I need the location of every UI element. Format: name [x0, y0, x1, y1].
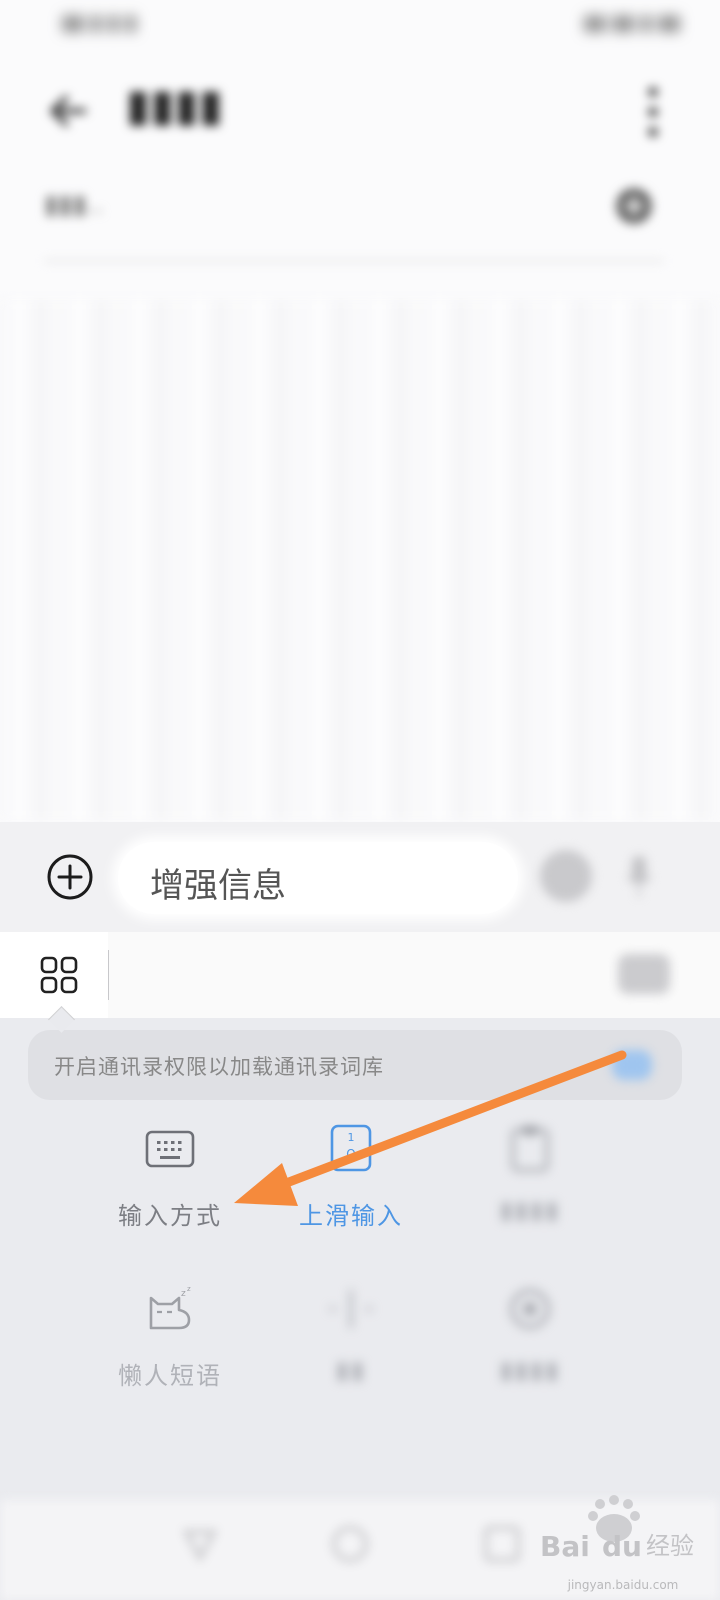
func-label: 输入方式	[118, 1202, 222, 1230]
nav-recents-icon[interactable]	[480, 1522, 524, 1566]
cursor-edit-icon	[330, 1290, 372, 1328]
func-settings[interactable]: ▮▮▮▮	[440, 1284, 620, 1394]
func-label: 懒人短语	[118, 1362, 222, 1390]
recipient-placeholder: ▮▮▮..	[44, 190, 104, 220]
svg-text:Q: Q	[346, 1147, 355, 1161]
nav-home-icon[interactable]	[328, 1522, 372, 1566]
recipient-field[interactable]: ▮▮▮..	[44, 180, 664, 262]
sleeping-cat-icon: z z	[149, 1285, 191, 1330]
func-label: ▮▮▮▮	[499, 1356, 561, 1384]
more-options-icon[interactable]	[646, 82, 660, 142]
func-input-method[interactable]: 输入方式	[80, 1124, 260, 1234]
func-lazy-phrases[interactable]: z z 懒人短语	[80, 1284, 260, 1394]
message-input-text: 增强信息	[150, 866, 286, 906]
toolbar-divider	[108, 950, 109, 1000]
svg-text:du: du	[602, 1530, 642, 1563]
baidu-jingyan-watermark: Bai du 经验	[540, 1495, 694, 1563]
message-input[interactable]: 增强信息	[118, 842, 518, 914]
svg-text:z: z	[187, 1285, 191, 1293]
status-bar: ▮▮ ▮ ▮ ▮ ▮▮ ▮▮ ▮ ▮▮	[0, 0, 720, 50]
permission-tip-action[interactable]	[612, 1050, 652, 1080]
message-area	[0, 300, 720, 820]
func-clipboard[interactable]: ▮▮▮▮	[440, 1124, 620, 1234]
function-grid-tab[interactable]	[0, 932, 108, 1018]
svg-text:1: 1	[348, 1131, 355, 1144]
grid-menu-icon	[40, 956, 78, 994]
func-label: 上滑输入	[299, 1202, 403, 1230]
add-contact-icon[interactable]	[614, 186, 654, 226]
swipe-up-key-icon: 1 Q	[330, 1124, 372, 1172]
emoji-button[interactable]	[540, 850, 592, 902]
status-carrier: ▮▮ ▮ ▮ ▮	[62, 10, 137, 34]
hide-keyboard-icon[interactable]	[618, 954, 670, 994]
permission-tip[interactable]: 开启通讯录权限以加载通讯录词库	[28, 1030, 682, 1100]
func-label: ▮▮▮▮	[499, 1196, 561, 1224]
title-bar: ▮▮▮▮	[0, 60, 720, 160]
watermark-url: jingyan.baidu.com	[567, 1578, 679, 1592]
status-indicators: ▮▮ ▮▮ ▮ ▮▮	[583, 10, 680, 34]
settings-icon	[510, 1289, 550, 1329]
microphone-icon[interactable]	[626, 854, 652, 898]
svg-text:Bai: Bai	[540, 1530, 590, 1563]
func-swipe-up-input[interactable]: 1 Q 上滑输入	[261, 1124, 441, 1234]
page-title: ▮▮▮▮	[126, 80, 223, 131]
func-label: ▮▮	[335, 1356, 367, 1384]
back-arrow-icon[interactable]	[44, 86, 94, 136]
keyboard-icon	[145, 1130, 195, 1168]
svg-text:经验: 经验	[646, 1532, 694, 1560]
func-cursor-edit[interactable]: ▮▮	[261, 1284, 441, 1394]
permission-tip-text: 开启通讯录权限以加载通讯录词库	[54, 1055, 384, 1079]
attach-plus-icon[interactable]	[46, 853, 94, 901]
clipboard-icon	[511, 1126, 549, 1172]
svg-text:z: z	[181, 1289, 186, 1299]
keyboard-toolbar	[0, 932, 720, 1019]
compose-bar: 增强信息	[0, 822, 720, 933]
nav-back-icon[interactable]	[178, 1522, 222, 1566]
